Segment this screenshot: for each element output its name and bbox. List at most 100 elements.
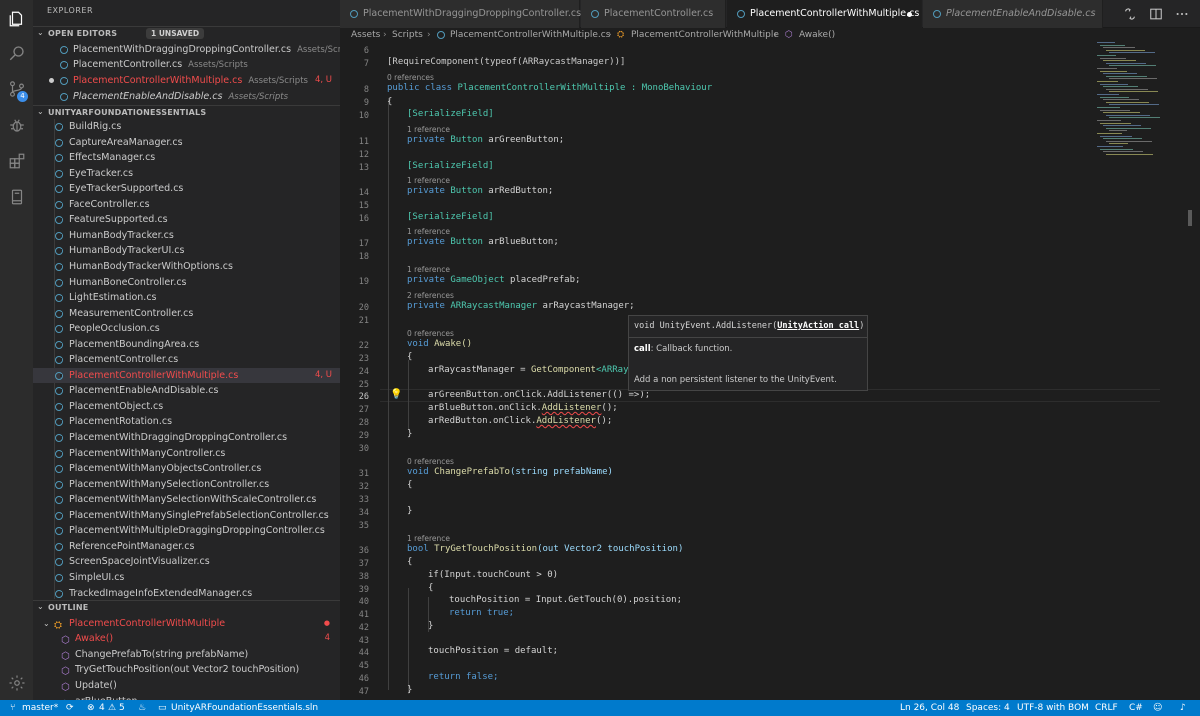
codelens-references[interactable]: 1 reference: [407, 227, 450, 236]
file-tree-item[interactable]: TrackedImageInfoExtendedManager.cs: [33, 586, 340, 601]
line-ending[interactable]: CRLF: [1095, 700, 1118, 716]
tab-placement-controller[interactable]: PlacementController.cs: [581, 0, 726, 28]
open-editor-item[interactable]: PlacementController.cs Assets/Scripts: [33, 57, 340, 72]
search-icon[interactable]: [0, 38, 33, 68]
language-mode[interactable]: C#: [1129, 700, 1143, 716]
scrollbar-thumb[interactable]: [1188, 210, 1192, 226]
file-tree-item[interactable]: EffectsManager.cs: [33, 150, 340, 165]
cursor-position[interactable]: Ln 26, Col 48: [900, 700, 959, 716]
open-editor-item[interactable]: PlacementWithDraggingDroppingController.…: [33, 42, 340, 57]
file-tree-item[interactable]: HumanBodyTracker.cs: [33, 228, 340, 243]
minimap-line: [1106, 49, 1145, 51]
warning-count[interactable]: 5: [119, 700, 125, 716]
sync-icon[interactable]: ⟳: [66, 700, 74, 716]
file-tree-item[interactable]: PlacementEnableAndDisable.cs: [33, 383, 340, 398]
tab-placement-controller-multiple[interactable]: PlacementControllerWithMultiple.cs: [727, 0, 922, 28]
outline-member[interactable]: ⬡ ChangePrefabTo(string prefabName): [33, 647, 340, 662]
file-tree-item[interactable]: EyeTracker.cs: [33, 166, 340, 181]
debug-icon[interactable]: [0, 110, 33, 140]
file-tree-item[interactable]: HumanBoneController.cs: [33, 275, 340, 290]
open-editor-item[interactable]: PlacementEnableAndDisable.cs Assets/Scrip…: [33, 89, 340, 104]
code-token: if(Input.touchCount > 0): [428, 570, 559, 580]
breadcrumb-item[interactable]: Scripts: [392, 28, 423, 42]
file-tree-item[interactable]: SimpleUI.cs: [33, 570, 340, 585]
open-editor-item-active[interactable]: PlacementControllerWithMultiple.cs Assets…: [33, 73, 340, 88]
settings-gear-icon[interactable]: [0, 668, 33, 698]
unsaved-dot-icon[interactable]: [907, 12, 912, 17]
code-line: private Button arBlueButton;: [407, 237, 559, 247]
compare-changes-icon[interactable]: [1123, 7, 1137, 21]
minimap[interactable]: [1085, 42, 1185, 162]
file-tree-item[interactable]: PlacementController.cs: [33, 352, 340, 367]
unsaved-dot-icon[interactable]: [49, 78, 54, 83]
file-tree-item[interactable]: PlacementWithDraggingDroppingController.…: [33, 430, 340, 445]
code-token: }: [407, 429, 413, 439]
file-tree-item[interactable]: PlacementBoundingArea.cs: [33, 337, 340, 352]
codelens-references[interactable]: 0 references: [387, 73, 434, 82]
file-tree-item[interactable]: HumanBodyTrackerUI.cs: [33, 243, 340, 258]
file-tree-item[interactable]: PlacementWithManyController.cs: [33, 446, 340, 461]
extensions-icon[interactable]: [0, 146, 33, 176]
file-name: PlacementController.cs: [69, 354, 179, 366]
source-control-icon[interactable]: [0, 74, 33, 104]
file-tree-item[interactable]: EyeTrackerSupported.cs: [33, 181, 340, 196]
project-header[interactable]: ⌄ UNITYARFOUNDATIONESSENTIALS: [33, 105, 340, 119]
explorer-icon[interactable]: [0, 4, 33, 34]
breadcrumb-item[interactable]: PlacementControllerWithMultiple.cs: [450, 28, 610, 42]
codelens-references[interactable]: 0 references: [407, 457, 454, 466]
code-line: {: [428, 583, 433, 593]
file-tree-item[interactable]: BuildRig.cs: [33, 119, 340, 134]
feedback-icon[interactable]: ☺: [1153, 700, 1162, 716]
line-number: 18: [358, 252, 369, 262]
file-tree-item[interactable]: PlacementObject.cs: [33, 399, 340, 414]
tab-placement-enable-disable[interactable]: PlacementEnableAndDisable.cs: [923, 0, 1103, 28]
file-tree-item[interactable]: CaptureAreaManager.cs: [33, 135, 340, 150]
codelens-references[interactable]: 1 reference: [407, 534, 450, 543]
codelens-references[interactable]: 1 reference: [407, 125, 450, 134]
breadcrumb-item[interactable]: PlacementControllerWithMultiple: [631, 28, 779, 42]
codelens-references[interactable]: 1 reference: [407, 176, 450, 185]
minimap-line: [1106, 62, 1146, 64]
git-branch[interactable]: master*: [22, 700, 58, 716]
file-tree-item[interactable]: PlacementWithManySelectionController.cs: [33, 477, 340, 492]
breadcrumb-item[interactable]: Assets: [351, 28, 380, 42]
line-number: 19: [358, 277, 369, 287]
file-tree-item[interactable]: PlacementWithManySinglePrefabSelectionCo…: [33, 508, 340, 523]
file-encoding[interactable]: UTF-8 with BOM: [1017, 700, 1089, 716]
outline-member[interactable]: ⬡ TryGetTouchPosition(out Vector2 touchP…: [33, 662, 340, 677]
code-token: [SerializeField]: [407, 161, 494, 171]
file-tree-item[interactable]: HumanBodyTrackerWithOptions.cs: [33, 259, 340, 274]
book-icon[interactable]: [0, 182, 33, 212]
error-count[interactable]: 4: [99, 700, 105, 716]
open-editors-header[interactable]: ⌄ OPEN EDITORS 1 UNSAVED: [33, 26, 340, 40]
file-tree-item[interactable]: PeopleOcclusion.cs: [33, 321, 340, 336]
file-tree-item[interactable]: ScreenSpaceJointVisualizer.cs: [33, 554, 340, 569]
outline-member[interactable]: ⬡ Awake() 4: [33, 631, 340, 646]
codelens-references[interactable]: 0 references: [407, 329, 454, 338]
outline-header[interactable]: ⌄ OUTLINE: [33, 600, 340, 614]
file-tree-item[interactable]: PlacementWithManySelectionWithScaleContr…: [33, 492, 340, 507]
indentation[interactable]: Spaces: 4: [966, 700, 1010, 716]
file-tree-item[interactable]: FaceController.cs: [33, 197, 340, 212]
file-tree-item[interactable]: ReferencePointManager.cs: [33, 539, 340, 554]
more-actions-icon[interactable]: [1175, 7, 1189, 21]
breadcrumb-item[interactable]: Awake(): [799, 28, 835, 42]
outline-class[interactable]: ⌄ ⛭ PlacementControllerWithMultiple ●: [33, 616, 340, 631]
file-tree-item[interactable]: MeasurementController.cs: [33, 306, 340, 321]
split-editor-icon[interactable]: [1149, 7, 1163, 21]
codelens-references[interactable]: 1 reference: [407, 265, 450, 274]
file-tree-item[interactable]: PlacementRotation.cs: [33, 414, 340, 429]
file-tree-item[interactable]: LightEstimation.cs: [33, 290, 340, 305]
codelens-references[interactable]: 2 references: [407, 291, 454, 300]
lightbulb-icon[interactable]: 💡: [390, 389, 402, 400]
file-tree-item[interactable]: FeatureSupported.cs: [33, 212, 340, 227]
code-line: private GameObject placedPrefab;: [407, 275, 580, 285]
bell-icon[interactable]: ♪: [1180, 700, 1186, 716]
solution-name[interactable]: UnityARFoundationEssentials.sln: [171, 700, 318, 716]
file-tree-item[interactable]: PlacementWithMultipleDraggingDroppingCon…: [33, 523, 340, 538]
file-tree-item[interactable]: PlacementWithManyObjectsController.cs: [33, 461, 340, 476]
outline-member[interactable]: ⬡ Update(): [33, 678, 340, 693]
tab-placement-dragging[interactable]: PlacementWithDraggingDroppingController.…: [340, 0, 581, 28]
file-tree-item[interactable]: PlacementControllerWithMultiple.cs 4, U: [33, 367, 340, 383]
minimap-line: [1100, 122, 1131, 124]
